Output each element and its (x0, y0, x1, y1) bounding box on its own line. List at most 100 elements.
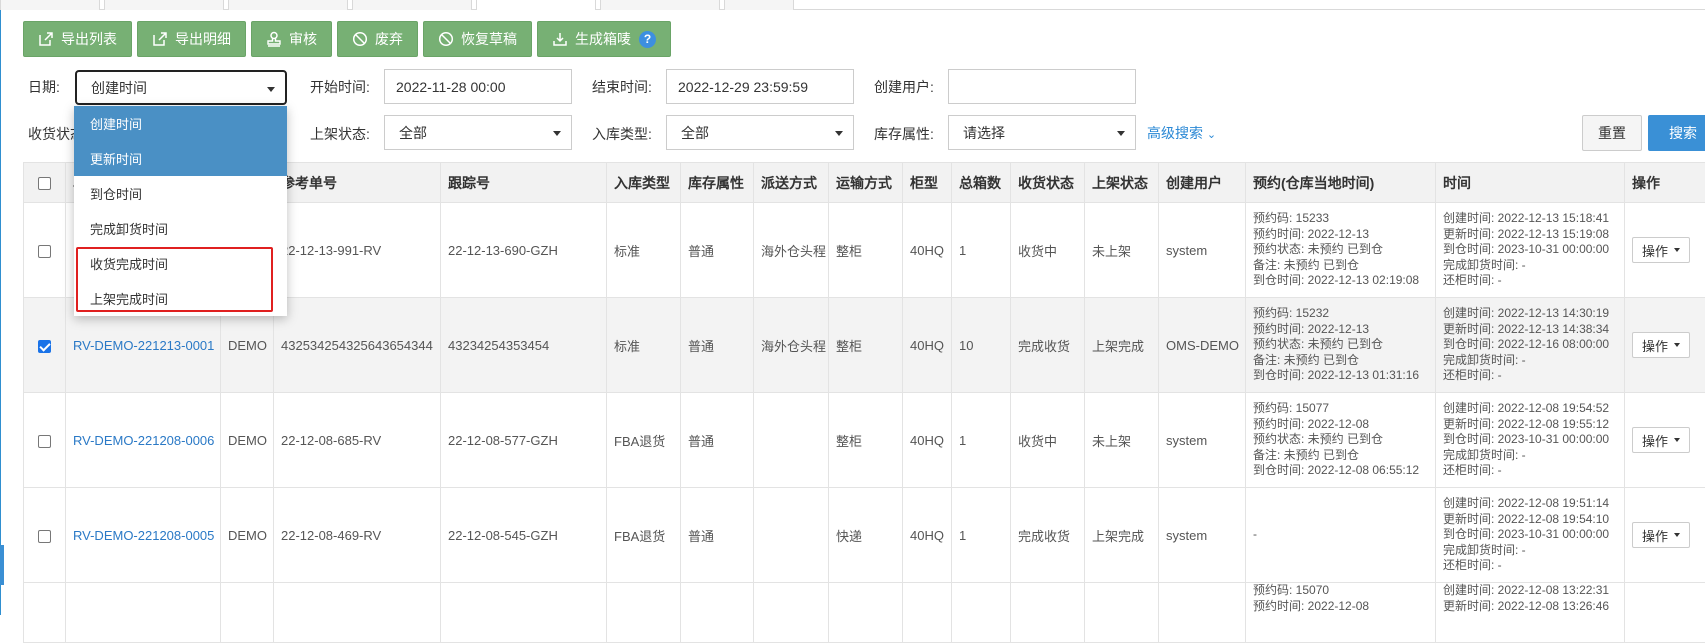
box-count-cell: 1 (952, 488, 1011, 583)
end-time-input[interactable]: 2022-12-29 23:59:59 (666, 69, 854, 104)
row-action-dropdown-button[interactable]: 操作 (1632, 522, 1690, 548)
generate-box-label-button[interactable]: 生成箱唛 ? (537, 21, 671, 57)
top-tab[interactable] (600, 0, 720, 10)
time-line: 创建时间: 2022-12-08 13:22:31 (1443, 583, 1617, 599)
appointment-line: 预约状态: 未预约 已到仓 (1253, 242, 1428, 258)
time-line: 更新时间: 2022-12-08 19:54:10 (1443, 512, 1617, 528)
col-header[interactable]: 跟踪号 (441, 163, 607, 203)
generate-box-label-text: 生成箱唛 (575, 29, 631, 49)
customer-cell: DEMO (221, 393, 274, 488)
transport-method-text: 整柜 (836, 244, 862, 259)
customer-cell (221, 583, 274, 643)
col-header[interactable]: 收货状态 (1011, 163, 1085, 203)
col-header[interactable]: 入库类型 (607, 163, 681, 203)
discard-button[interactable]: 废弃 (337, 21, 418, 57)
order-number-link[interactable]: RV-DEMO-221208-0005 (66, 488, 221, 583)
dropdown-option-shelf-done[interactable]: 上架完成时间 (74, 281, 287, 316)
dropdown-option-updated[interactable]: 更新时间 (74, 141, 287, 176)
left-panel-edge (0, 10, 1, 615)
row-checkbox[interactable] (38, 340, 51, 353)
row-select-cell (24, 203, 66, 298)
top-tab-active[interactable] (476, 0, 596, 10)
delivery-method-cell (754, 488, 829, 583)
order-number-link-text[interactable]: RV-DEMO-221208-0006 (73, 433, 214, 448)
dropdown-option-unload-done[interactable]: 完成卸货时间 (74, 211, 287, 246)
ref-number-text: 22-12-13-991-RV (281, 243, 381, 258)
audit-button[interactable]: 审核 (251, 21, 332, 57)
end-time-label: 结束时间: (592, 77, 652, 97)
reset-button[interactable]: 重置 (1582, 115, 1642, 151)
receive-status-cell: 收货中 (1011, 393, 1085, 488)
time-line: 完成卸货时间: - (1443, 448, 1617, 464)
export-list-button[interactable]: 导出列表 (23, 21, 132, 57)
col-header[interactable]: 总箱数 (952, 163, 1011, 203)
table-row[interactable]: 预约码: 15070预约时间: 2022-12-08创建时间: 2022-12-… (24, 583, 1705, 643)
col-header[interactable]: 柜型 (903, 163, 952, 203)
row-checkbox[interactable] (38, 530, 51, 543)
inbound-type-text: 标准 (614, 339, 640, 354)
start-time-value: 2022-11-28 00:00 (396, 79, 506, 95)
col-header[interactable]: 时间 (1436, 163, 1625, 203)
transport-method-cell: 整柜 (829, 203, 903, 298)
col-header[interactable]: 参考单号 (274, 163, 441, 203)
time-line: 到仓时间: 2022-12-16 08:00:00 (1443, 337, 1617, 353)
top-tab[interactable] (724, 0, 794, 10)
row-action-dropdown-button[interactable]: 操作 (1632, 332, 1690, 358)
order-number-link-text[interactable]: RV-DEMO-221213-0001 (73, 338, 214, 353)
delivery-method-text: 海外仓头程 (761, 339, 826, 354)
row-action-label: 操作 (1642, 336, 1668, 355)
delivery-method-cell: 海外仓头程 (754, 203, 829, 298)
row-action-dropdown-button[interactable]: 操作 (1632, 427, 1690, 453)
col-header[interactable]: 操作 (1625, 163, 1705, 203)
table-row[interactable]: RV-DEMO-221208-0006DEMO22-12-08-685-RV22… (24, 393, 1705, 488)
container-type-cell: 40HQ (903, 488, 952, 583)
top-tab[interactable] (0, 0, 100, 10)
inbound-type-cell: FBA退货 (607, 488, 681, 583)
order-number-link[interactable] (66, 583, 221, 643)
order-number-link-text[interactable]: RV-DEMO-221208-0005 (73, 528, 214, 543)
row-checkbox[interactable] (38, 245, 51, 258)
dropdown-option-arrival[interactable]: 到仓时间 (74, 176, 287, 211)
select-all-checkbox[interactable] (38, 177, 51, 190)
export-detail-button[interactable]: 导出明细 (137, 21, 246, 57)
top-tab[interactable] (352, 0, 472, 10)
order-number-link[interactable]: RV-DEMO-221208-0006 (66, 393, 221, 488)
creator-input[interactable] (948, 69, 1136, 104)
dropdown-option-receive-done[interactable]: 收货完成时间 (74, 246, 287, 281)
col-header[interactable]: 创建用户 (1159, 163, 1246, 203)
restore-draft-button[interactable]: 恢复草稿 (423, 21, 532, 57)
transport-method-text: 快递 (836, 529, 862, 544)
top-tab[interactable] (104, 0, 224, 10)
row-action-dropdown-button[interactable]: 操作 (1632, 237, 1690, 263)
tracking-number-cell: 22-12-08-545-GZH (441, 488, 607, 583)
search-button[interactable]: 搜索 (1648, 115, 1705, 151)
help-icon[interactable]: ? (639, 31, 656, 48)
col-header[interactable]: 预约(仓库当地时间) (1246, 163, 1436, 203)
times-cell: 创建时间: 2022-12-08 19:54:52更新时间: 2022-12-0… (1436, 393, 1625, 488)
dropdown-option-created[interactable]: 创建时间 (74, 106, 287, 141)
start-time-input[interactable]: 2022-11-28 00:00 (384, 69, 572, 104)
left-panel-handle[interactable] (0, 545, 4, 585)
appointment-line: 预约时间: 2022-12-08 (1253, 417, 1428, 433)
chevron-down-icon (267, 87, 275, 92)
date-type-select[interactable]: 创建时间 (75, 70, 287, 105)
appointment-cell: 预约码: 15232预约时间: 2022-12-13预约状态: 未预约 已到仓备… (1246, 298, 1436, 393)
stock-attr-select[interactable]: 请选择 (948, 115, 1136, 150)
appointment-line: 预约状态: 未预约 已到仓 (1253, 432, 1428, 448)
top-tab[interactable] (228, 0, 348, 10)
stock-attr-text: 普通 (688, 339, 714, 354)
row-checkbox[interactable] (38, 435, 51, 448)
appointment-line: 备注: 未预约 已到仓 (1253, 258, 1428, 274)
op-cell: 操作 (1625, 393, 1705, 488)
tracking-number-cell: 22-12-13-690-GZH (441, 203, 607, 298)
ban-icon (438, 31, 454, 47)
col-header[interactable]: 派送方式 (754, 163, 829, 203)
col-header[interactable]: 运输方式 (829, 163, 903, 203)
col-header[interactable]: 库存属性 (681, 163, 754, 203)
advanced-search-link[interactable]: 高级搜索 ⌄ (1147, 123, 1216, 143)
col-header[interactable]: 上架状态 (1085, 163, 1159, 203)
inbound-type-select[interactable]: 全部 (666, 115, 854, 150)
table-row[interactable]: RV-DEMO-221208-0005DEMO22-12-08-469-RV22… (24, 488, 1705, 583)
shelf-status-select[interactable]: 全部 (384, 115, 572, 150)
op-cell: 操作 (1625, 298, 1705, 393)
